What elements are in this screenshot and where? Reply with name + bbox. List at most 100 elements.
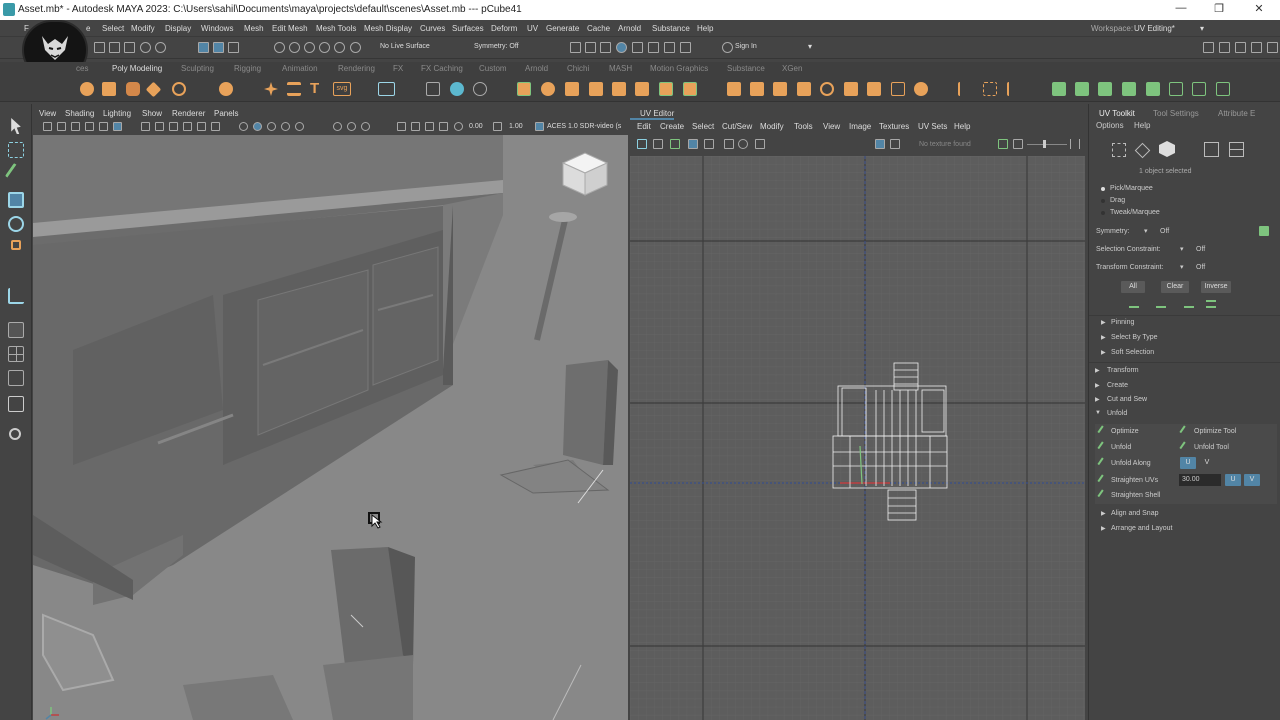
combine-icon[interactable] xyxy=(426,82,440,96)
colorspace-dropdown[interactable]: ACES 1.0 SDR-video (s xyxy=(547,123,621,130)
select-by-object-icon[interactable] xyxy=(213,42,224,53)
open-scene-icon[interactable] xyxy=(109,42,120,53)
viewport-menu-renderer[interactable]: Renderer xyxy=(172,109,205,118)
uv-distortion-icon[interactable] xyxy=(704,139,714,149)
straighten-value-field[interactable]: 30.00 xyxy=(1179,474,1221,486)
menu-substance[interactable]: Substance xyxy=(652,24,690,33)
tab-rendering[interactable]: Rendering xyxy=(338,64,375,73)
xray-icon[interactable] xyxy=(267,122,276,131)
tab-uv-toolkit[interactable]: UV Toolkit xyxy=(1099,109,1135,118)
target-weld-icon[interactable] xyxy=(659,82,673,96)
menu-uv[interactable]: UV xyxy=(527,24,538,33)
unfold-button[interactable]: Unfold xyxy=(1111,444,1131,451)
section-transform[interactable]: Transform xyxy=(1107,367,1139,374)
uv-menu-modify[interactable]: Modify xyxy=(760,122,784,131)
uv-texture-border-icon[interactable] xyxy=(670,139,680,149)
exposure-icon[interactable] xyxy=(454,122,463,131)
poly-cone-icon[interactable] xyxy=(145,81,162,98)
uv-exposure-icon[interactable] xyxy=(1013,139,1023,149)
smooth-shade-icon[interactable] xyxy=(155,122,164,131)
render-current-icon[interactable] xyxy=(585,42,596,53)
uv-menu-image[interactable]: Image xyxy=(849,122,871,131)
select-all-button[interactable]: All xyxy=(1121,281,1145,293)
tab-arnold[interactable]: Arnold xyxy=(525,64,548,73)
attribute-editor-icon[interactable] xyxy=(1219,42,1230,53)
outliner-icon[interactable] xyxy=(8,396,24,412)
move-tool-icon[interactable] xyxy=(8,192,24,208)
fill-hole-icon[interactable] xyxy=(727,82,741,96)
outliner-icon[interactable] xyxy=(1267,42,1278,53)
menu-help[interactable]: Help xyxy=(697,24,713,33)
transform-constraint-dropdown[interactable]: Off xyxy=(1196,264,1205,271)
viewport-menu-show[interactable]: Show xyxy=(142,109,162,118)
expand-arrow-icon[interactable]: ▶ xyxy=(1101,510,1106,517)
bevel-icon[interactable] xyxy=(565,82,579,96)
uv-mode-icon[interactable] xyxy=(1204,142,1219,157)
tool-settings-icon[interactable] xyxy=(1235,42,1246,53)
uv-menu-edit[interactable]: Edit xyxy=(637,122,651,131)
expand-arrow-icon[interactable]: ▶ xyxy=(1095,367,1100,374)
rotate-tool-icon[interactable] xyxy=(8,216,24,232)
search-icon[interactable] xyxy=(9,428,21,440)
mode-tweak-marquee[interactable]: Tweak/Marquee xyxy=(1110,209,1160,216)
poly-cylinder-icon[interactable] xyxy=(126,82,140,96)
menu-display[interactable]: Display xyxy=(165,24,191,33)
section-pinning[interactable]: Pinning xyxy=(1111,319,1134,326)
gate-mask-icon[interactable] xyxy=(397,122,406,131)
uv-grid-icon[interactable] xyxy=(637,139,647,149)
depth-of-field-icon[interactable] xyxy=(361,122,370,131)
toolkit-menu-help[interactable]: Help xyxy=(1134,121,1150,130)
uv-isolate-icon[interactable] xyxy=(653,139,663,149)
mode-drag[interactable]: Drag xyxy=(1110,197,1125,204)
uv-shaded-icon[interactable] xyxy=(688,139,698,149)
minimize-button[interactable]: — xyxy=(1166,2,1196,18)
uv-exposure-slider[interactable] xyxy=(1027,144,1067,145)
selection-constraint-dropdown[interactable]: Off xyxy=(1196,246,1205,253)
mode-pick-marquee[interactable]: Pick/Marquee xyxy=(1110,185,1153,192)
uv-snapshot-icon[interactable] xyxy=(755,139,765,149)
layout-uvs-icon[interactable] xyxy=(1192,82,1206,96)
viewport-menu-shading[interactable]: Shading xyxy=(65,109,94,118)
mirror-icon[interactable] xyxy=(867,82,881,96)
toolkit-menu-options[interactable]: Options xyxy=(1096,121,1124,130)
render-settings-icon[interactable] xyxy=(616,42,627,53)
section-unfold[interactable]: Unfold xyxy=(1107,410,1127,417)
wireframe-icon[interactable] xyxy=(141,122,150,131)
isolate-select-icon[interactable] xyxy=(253,122,262,131)
perspective-viewport[interactable] xyxy=(33,135,628,720)
section-align-and-snap[interactable]: Align and Snap xyxy=(1111,510,1158,517)
xray-joints-icon[interactable] xyxy=(281,122,290,131)
lasso-tool-icon[interactable] xyxy=(8,142,24,158)
unfold-along-v-toggle[interactable]: V xyxy=(1199,457,1215,469)
face-mode-icon[interactable] xyxy=(1229,142,1244,157)
grow-selection-icon[interactable] xyxy=(1129,300,1139,308)
expand-arrow-icon[interactable]: ▶ xyxy=(1101,319,1106,326)
unfold-along-u-toggle[interactable]: U xyxy=(1180,457,1196,469)
tab-substance[interactable]: Substance xyxy=(727,64,765,73)
tab-tool-settings[interactable]: Tool Settings xyxy=(1153,109,1199,118)
redo-icon[interactable] xyxy=(155,42,166,53)
tab-custom[interactable]: Custom xyxy=(479,64,507,73)
channel-box-icon[interactable] xyxy=(1251,42,1262,53)
expand-arrow-icon[interactable]: ▶ xyxy=(1101,525,1106,532)
uv-menu-help[interactable]: Help xyxy=(954,122,970,131)
straighten-u-toggle[interactable]: U xyxy=(1225,474,1241,486)
gamma-icon[interactable] xyxy=(493,122,502,131)
uv-menu-uv-sets[interactable]: UV Sets xyxy=(918,122,947,131)
uv-image-display-icon[interactable] xyxy=(875,139,885,149)
menu-deform[interactable]: Deform xyxy=(491,24,517,33)
uv-menu-create[interactable]: Create xyxy=(660,122,684,131)
select-by-component-icon[interactable] xyxy=(228,42,239,53)
section-select-by-type[interactable]: Select By Type xyxy=(1111,334,1158,341)
scale-tool-icon[interactable] xyxy=(11,240,21,250)
sign-in-button[interactable]: Sign In xyxy=(735,43,757,50)
menu-surfaces[interactable]: Surfaces xyxy=(452,24,484,33)
chevron-down-icon[interactable]: ▾ xyxy=(808,42,812,51)
unfold-along-button[interactable]: Unfold Along xyxy=(1111,460,1151,467)
magnet-icon[interactable] xyxy=(350,42,361,53)
uv-dim-image-icon[interactable] xyxy=(890,139,900,149)
section-soft-selection[interactable]: Soft Selection xyxy=(1111,349,1154,356)
smooth-icon[interactable] xyxy=(473,82,487,96)
straighten-shell-button[interactable]: Straighten Shell xyxy=(1111,492,1160,499)
vertex-mode-icon[interactable] xyxy=(1112,143,1126,157)
